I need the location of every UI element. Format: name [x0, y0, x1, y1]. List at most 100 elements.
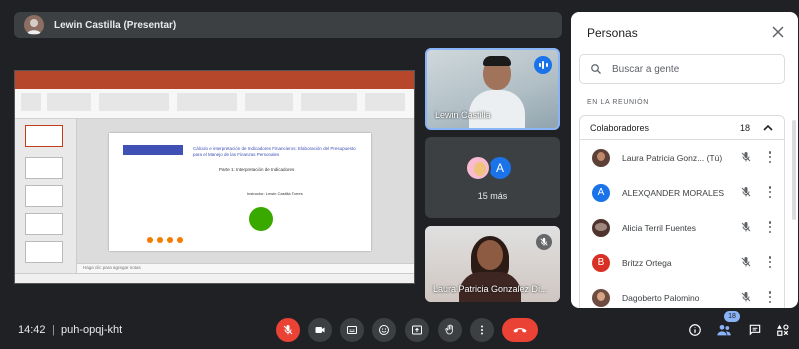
ribbon-group	[365, 93, 405, 111]
participant-row[interactable]: Alicia Terril Fuentes	[580, 210, 784, 245]
section-label: EN LA REUNIÓN	[587, 99, 649, 106]
participant-avatar	[592, 288, 610, 307]
panel-scrollbar[interactable]	[792, 120, 796, 220]
chat-button[interactable]	[745, 320, 765, 340]
ribbon-group	[21, 93, 41, 111]
more-options-icon[interactable]	[764, 185, 776, 199]
collaborators-group: Colaboradores 18 Laura Patricia Gonz... …	[579, 115, 785, 308]
present-screen-icon	[412, 325, 422, 335]
participant-row[interactable]: B Britzz Ortega	[580, 245, 784, 280]
emoji-icon	[379, 325, 389, 335]
slide-canvas: Cálculo e interpretación de Indicadores …	[77, 119, 414, 275]
chat-icon	[749, 324, 761, 336]
present-button[interactable]	[405, 318, 429, 342]
group-count: 18	[739, 122, 750, 133]
more-options-button[interactable]	[470, 318, 494, 342]
camera-toggle-button[interactable]	[308, 318, 332, 342]
notes-pane: Haga clic para agregar notas	[77, 263, 414, 273]
phone-hangup-icon	[513, 328, 527, 333]
group-label: Colaboradores	[590, 122, 650, 133]
search-input[interactable]	[612, 63, 762, 75]
people-search[interactable]	[579, 54, 785, 84]
raise-hand-button[interactable]	[438, 318, 462, 342]
more-participants-count: 15 más	[477, 191, 508, 201]
ribbon-group	[47, 93, 91, 111]
sena-logo	[249, 207, 273, 231]
participant-avatar	[592, 148, 610, 167]
video-tile-more-participants[interactable]: A 15 más	[425, 137, 560, 218]
tile-name: Laura Patricia Gonzalez Di...	[433, 284, 548, 294]
activities-icon	[777, 324, 789, 336]
mic-off-icon[interactable]	[740, 221, 752, 233]
more-options-icon[interactable]	[764, 150, 776, 164]
ppt-title-bar	[15, 71, 414, 81]
tile-name: Lewin Castilla	[435, 110, 491, 120]
end-call-button[interactable]	[502, 318, 538, 342]
people-panel: Personas EN LA REUNIÓN Colaboradores 18 …	[571, 12, 798, 308]
emoji-button[interactable]	[372, 318, 396, 342]
chevron-up-icon[interactable]	[762, 122, 774, 134]
participant-avatar	[592, 218, 610, 237]
close-icon	[772, 26, 784, 38]
mic-off-icon[interactable]	[740, 151, 752, 163]
participant-row[interactable]: A ALEXQANDER MORALES	[580, 175, 784, 210]
hand-icon	[445, 324, 453, 335]
mic-off-icon[interactable]	[740, 291, 752, 303]
slide-title: Cálculo e interpretación de Indicadores …	[193, 146, 356, 157]
people-button[interactable]	[714, 320, 734, 340]
social-icons	[147, 237, 183, 243]
participant-avatar	[465, 155, 491, 181]
slide-instructor: Instructor: Lewin Castilla Torres	[247, 191, 303, 196]
meet-window: Lewin Castilla (Presentar) Cálculo e int…	[0, 0, 799, 349]
participant-name: Dagoberto Palomino	[622, 292, 700, 303]
participant-row[interactable]: Laura Patricia Gonz... (Tú)	[580, 140, 784, 175]
activities-button[interactable]	[773, 320, 793, 340]
shared-presentation[interactable]: Cálculo e interpretación de Indicadores …	[14, 70, 415, 284]
mic-off-icon	[536, 234, 552, 250]
slide-logo-strip	[123, 145, 183, 155]
mic-off-icon[interactable]	[740, 256, 752, 268]
slide-thumbnail-3	[25, 185, 63, 207]
presenter-bar[interactable]: Lewin Castilla (Presentar)	[14, 12, 562, 38]
info-icon	[689, 324, 701, 336]
ppt-ribbon-tabs	[15, 81, 414, 89]
mic-off-icon[interactable]	[740, 186, 752, 198]
ppt-body: Cálculo e interpretación de Indicadores …	[15, 119, 414, 275]
ppt-status-bar	[15, 273, 414, 283]
presenter-avatar	[24, 15, 44, 35]
participant-name: ALEXQANDER MORALES	[622, 187, 725, 198]
mic-off-icon	[283, 325, 293, 335]
slide-thumbnails	[15, 119, 77, 275]
captions-icon	[347, 326, 357, 334]
bottom-toolbar: 14:42 | puh-opqj-kht 18	[0, 311, 799, 349]
ribbon-group	[245, 93, 293, 111]
slide-thumbnail-2	[25, 157, 63, 179]
current-slide: Cálculo e interpretación de Indicadores …	[109, 133, 371, 251]
video-tile-laura[interactable]: Laura Patricia Gonzalez Di...	[425, 226, 560, 302]
mic-toggle-button[interactable]	[276, 318, 300, 342]
participant-row[interactable]: Dagoberto Palomino	[580, 280, 784, 308]
more-options-icon[interactable]	[764, 220, 776, 234]
collaborators-header[interactable]: Colaboradores 18	[580, 116, 784, 140]
panel-title: Personas	[587, 26, 638, 40]
slide-thumbnail-5	[25, 241, 63, 263]
people-icon	[717, 325, 731, 336]
separator: |	[52, 324, 55, 336]
ribbon-group	[99, 93, 169, 111]
more-options-icon[interactable]	[764, 255, 776, 269]
slide-subtitle: Parte 1: Interpretación de Indicadores	[219, 167, 295, 172]
camera-icon	[315, 327, 325, 333]
video-tile-lewin[interactable]: Lewin Castilla	[425, 48, 560, 130]
presenter-name: Lewin Castilla (Presentar)	[54, 19, 177, 31]
close-panel-button[interactable]	[770, 24, 786, 40]
more-options-icon[interactable]	[764, 290, 776, 304]
participant-avatar: B	[592, 253, 610, 272]
captions-button[interactable]	[340, 318, 364, 342]
speaking-indicator-icon	[534, 56, 552, 74]
ribbon-group	[177, 93, 237, 111]
meeting-details-button[interactable]	[685, 320, 705, 340]
participant-avatar: A	[592, 183, 610, 202]
ribbon-group	[301, 93, 357, 111]
participant-name: Laura Patricia Gonz... (Tú)	[622, 152, 723, 163]
participant-name: Britzz Ortega	[622, 257, 672, 268]
